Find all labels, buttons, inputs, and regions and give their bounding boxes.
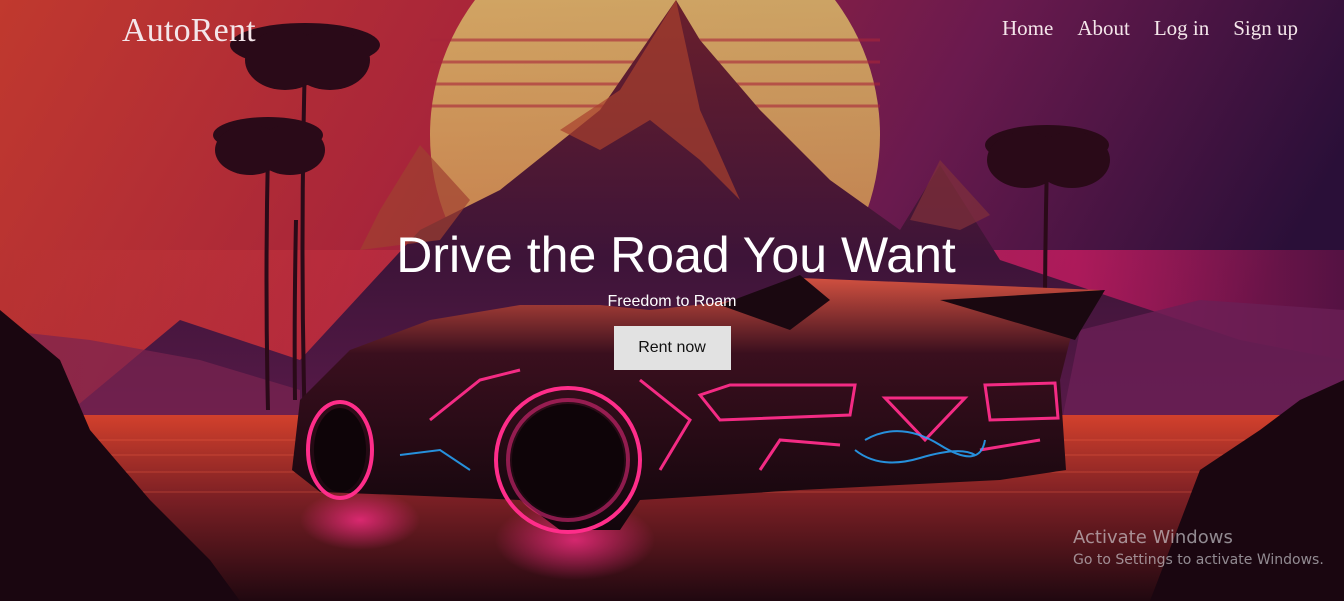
- nav-signup-link[interactable]: Sign up: [1233, 16, 1298, 41]
- watermark-subtitle: Go to Settings to activate Windows.: [1073, 552, 1324, 568]
- nav-about-link[interactable]: About: [1077, 16, 1130, 41]
- nav-links: Home About Log in Sign up: [1002, 16, 1298, 41]
- hero-subtitle: Freedom to Roam: [607, 293, 737, 310]
- brand-logo-link[interactable]: AutoRent: [122, 12, 256, 50]
- windows-activation-watermark: Activate Windows Go to Settings to activ…: [1073, 527, 1324, 570]
- nav-home-link[interactable]: Home: [1002, 16, 1053, 41]
- nav-login-link[interactable]: Log in: [1154, 16, 1209, 41]
- hero-title: Drive the Road You Want: [396, 227, 956, 283]
- navbar: AutoRent Home About Log in Sign up: [0, 0, 1344, 60]
- rent-now-button[interactable]: Rent now: [613, 326, 731, 370]
- watermark-title: Activate Windows: [1073, 527, 1233, 548]
- hero-content: Drive the Road You Want Freedom to Roam …: [0, 222, 1344, 370]
